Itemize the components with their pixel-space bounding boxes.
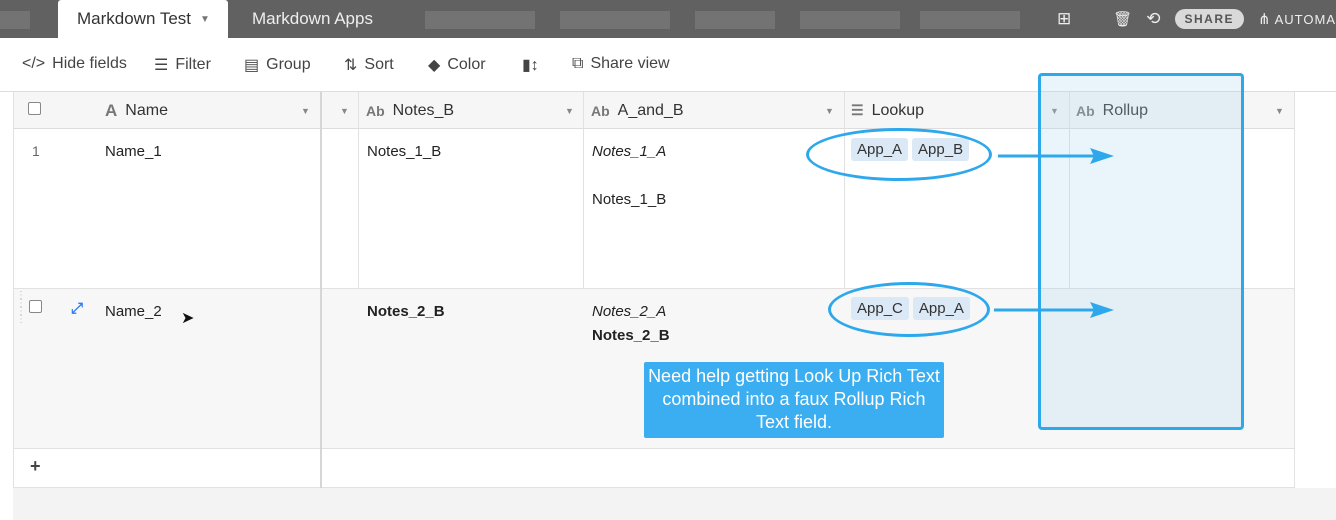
annotation-callout: Need help getting Look Up Rich Text comb… bbox=[644, 362, 944, 438]
annotation-arrows bbox=[994, 148, 1114, 318]
